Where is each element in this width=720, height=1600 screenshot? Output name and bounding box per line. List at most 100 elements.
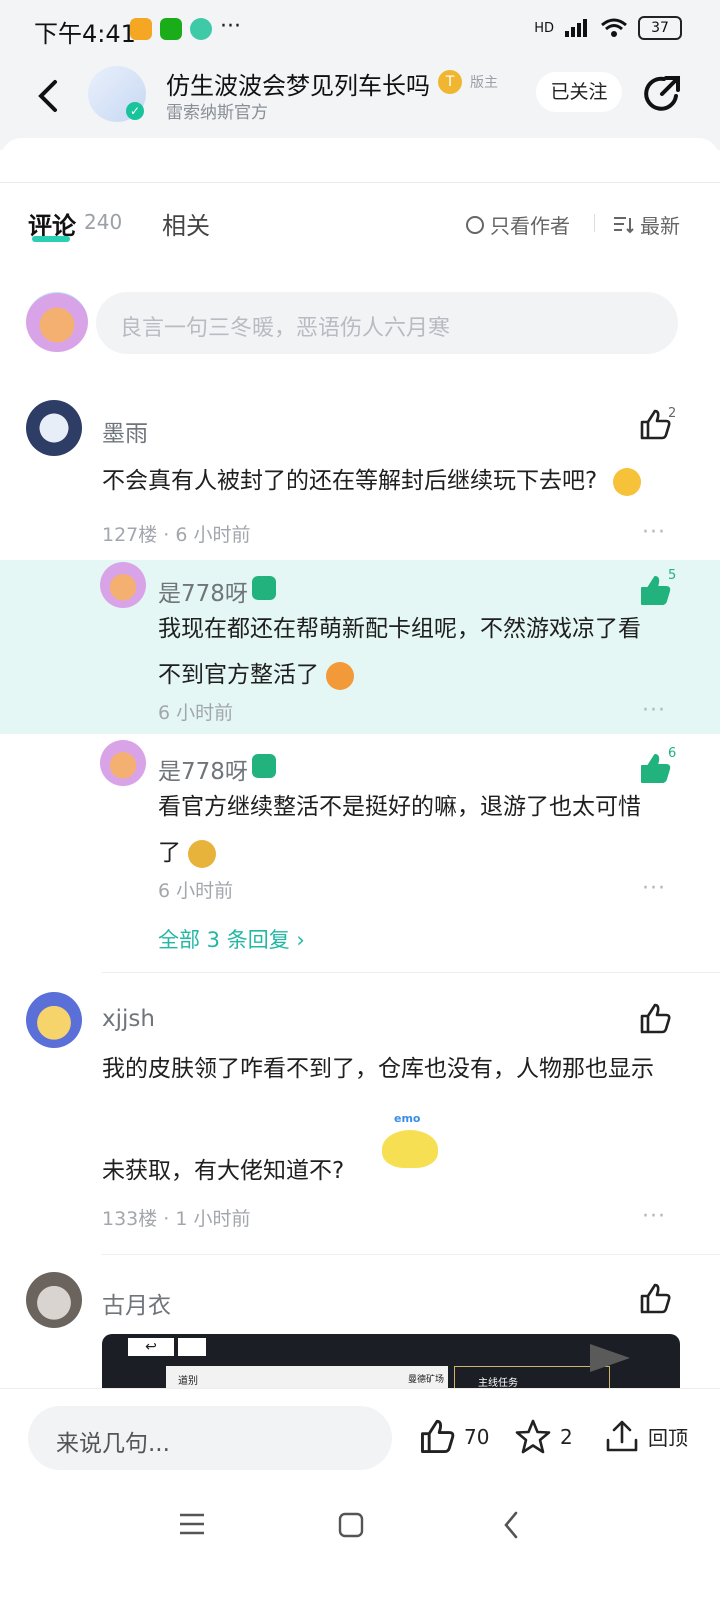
back-button[interactable] xyxy=(28,76,68,116)
like-count: 5 xyxy=(668,568,677,583)
network-label: HD xyxy=(534,20,554,36)
image-back-icon: ↩ xyxy=(128,1338,174,1356)
comment-input-placeholder: 良言一句三冬暖，恶语伤人六月寒 xyxy=(120,316,451,341)
emoji-icon xyxy=(188,839,217,868)
back-to-top-label: 回顶 xyxy=(648,1425,688,1450)
app-icon xyxy=(190,18,212,40)
tab-related[interactable]: 相关 xyxy=(162,206,210,241)
tab-active-indicator xyxy=(32,236,70,242)
reply-text-line2-content: 了 xyxy=(158,840,181,866)
radio-icon xyxy=(466,215,484,234)
upload-icon xyxy=(606,1420,638,1452)
author-name[interactable]: 仿生波波会梦见列车长吗 xyxy=(166,66,430,101)
home-icon[interactable] xyxy=(338,1512,364,1538)
post-like-button[interactable]: 70 xyxy=(418,1418,489,1456)
status-app-icons: ··· xyxy=(130,14,241,40)
favorite-count: 2 xyxy=(560,1425,573,1449)
comment-image[interactable]: ↩ 道别 曼德矿场 主线任务 xyxy=(102,1334,680,1390)
comment-username[interactable]: 墨雨 xyxy=(102,414,148,448)
game-badge-icon xyxy=(252,576,276,600)
divider xyxy=(102,972,720,973)
reply-text-line1: 看官方继续整活不是挺好的嘛，退游了也太可惜 xyxy=(158,794,641,820)
more-notifications-icon: ··· xyxy=(220,14,241,39)
author-only-toggle[interactable]: 只看作者 xyxy=(466,210,570,239)
battery-indicator: 37 xyxy=(638,16,682,40)
sort-button[interactable]: 最新 xyxy=(612,210,680,239)
comment-username[interactable]: 古月衣 xyxy=(102,1286,171,1320)
reply-time: 6 小时前 xyxy=(158,702,234,724)
comment-text-line2: 未获取，有大佬知道不? xyxy=(102,1158,345,1184)
reply-username[interactable]: 是778呀 xyxy=(158,752,248,786)
level-badge-icon: T xyxy=(438,70,462,94)
menu-icon[interactable] xyxy=(178,1512,206,1536)
avatar[interactable] xyxy=(26,1272,82,1328)
comment-meta: 127楼 · 6 小时前 xyxy=(102,524,251,546)
reply-username[interactable]: 是778呀 xyxy=(158,574,248,608)
nav-back-icon[interactable] xyxy=(502,1510,520,1540)
author-subtitle: 雷索纳斯官方 xyxy=(166,103,268,123)
more-options-icon[interactable]: ··· xyxy=(642,1204,666,1229)
status-indicators: HD 37 xyxy=(534,16,682,40)
like-icon[interactable] xyxy=(638,1002,672,1036)
like-icon[interactable] xyxy=(638,752,672,786)
divider xyxy=(594,214,595,232)
signal-icon xyxy=(565,19,587,37)
share-icon xyxy=(644,76,680,111)
more-options-icon[interactable]: ··· xyxy=(642,520,666,545)
image-task-label: 主线任务 xyxy=(478,1378,518,1389)
comment-text-line1: 我的皮肤领了咋看不到了，仓库也没有，人物那也显示 xyxy=(102,1056,654,1082)
divider xyxy=(102,1254,720,1255)
like-icon[interactable] xyxy=(638,1282,672,1316)
avatar[interactable] xyxy=(100,562,146,608)
sticker: emo xyxy=(380,1112,440,1172)
avatar[interactable] xyxy=(100,740,146,786)
reply-text-line1: 我现在都还在帮萌新配卡组呢，不然游戏凉了看 xyxy=(158,616,641,642)
reply-time: 6 小时前 xyxy=(158,880,234,902)
post-like-count: 70 xyxy=(464,1425,490,1449)
reply-text-line2: 了 xyxy=(158,830,217,876)
image-train-icon xyxy=(178,1338,206,1356)
reply-text-line2: 不到官方整活了 xyxy=(158,652,355,698)
sort-label: 最新 xyxy=(640,214,680,238)
star-icon xyxy=(515,1419,551,1454)
emoji-icon xyxy=(326,661,355,690)
sort-icon xyxy=(614,216,634,233)
comment-meta: 133楼 · 1 小时前 xyxy=(102,1208,251,1230)
comment-username[interactable]: xjjsh xyxy=(102,1006,155,1032)
wechat-icon xyxy=(160,18,182,40)
like-count: 6 xyxy=(668,746,677,761)
avatar[interactable] xyxy=(26,992,82,1048)
moderator-tag: 版主 xyxy=(470,75,498,91)
chevron-left-icon xyxy=(38,80,57,112)
more-options-icon[interactable]: ··· xyxy=(642,698,666,723)
weibo-icon xyxy=(130,18,152,40)
share-button[interactable] xyxy=(640,72,684,116)
reply-input-placeholder: 来说几句... xyxy=(56,1431,170,1457)
content-top-edge xyxy=(0,138,720,183)
follow-button[interactable]: 已关注 xyxy=(536,72,622,112)
sticker-blob-icon xyxy=(382,1130,438,1168)
image-road-label: 道别 xyxy=(178,1376,198,1387)
image-road-panel xyxy=(166,1366,448,1390)
image-location-label: 曼德矿场 xyxy=(408,1375,445,1385)
favorite-button[interactable]: 2 xyxy=(514,1418,573,1456)
status-time: 下午4:41 xyxy=(34,20,136,48)
like-icon[interactable] xyxy=(638,574,672,608)
image-arrow-icon xyxy=(590,1344,630,1372)
comment-text-content: 不会真有人被封了的还在等解封后继续玩下去吧? xyxy=(102,468,598,494)
like-count: 2 xyxy=(668,406,677,421)
reply-text-line2-content: 不到官方整活了 xyxy=(158,662,319,688)
emoji-icon xyxy=(612,467,641,496)
like-icon[interactable] xyxy=(638,408,672,442)
wifi-icon xyxy=(601,18,627,37)
view-all-replies-link[interactable]: 全部 3 条回复 › xyxy=(158,924,305,954)
comment-count: 240 xyxy=(84,210,123,234)
author-only-label: 只看作者 xyxy=(490,214,570,238)
my-avatar xyxy=(26,292,88,352)
back-to-top-button[interactable]: 回顶 xyxy=(604,1418,688,1454)
avatar[interactable] xyxy=(26,400,82,456)
verified-icon: ✓ xyxy=(126,102,144,120)
game-badge-icon xyxy=(252,754,276,778)
like-icon xyxy=(421,1419,455,1453)
more-options-icon[interactable]: ··· xyxy=(642,876,666,901)
